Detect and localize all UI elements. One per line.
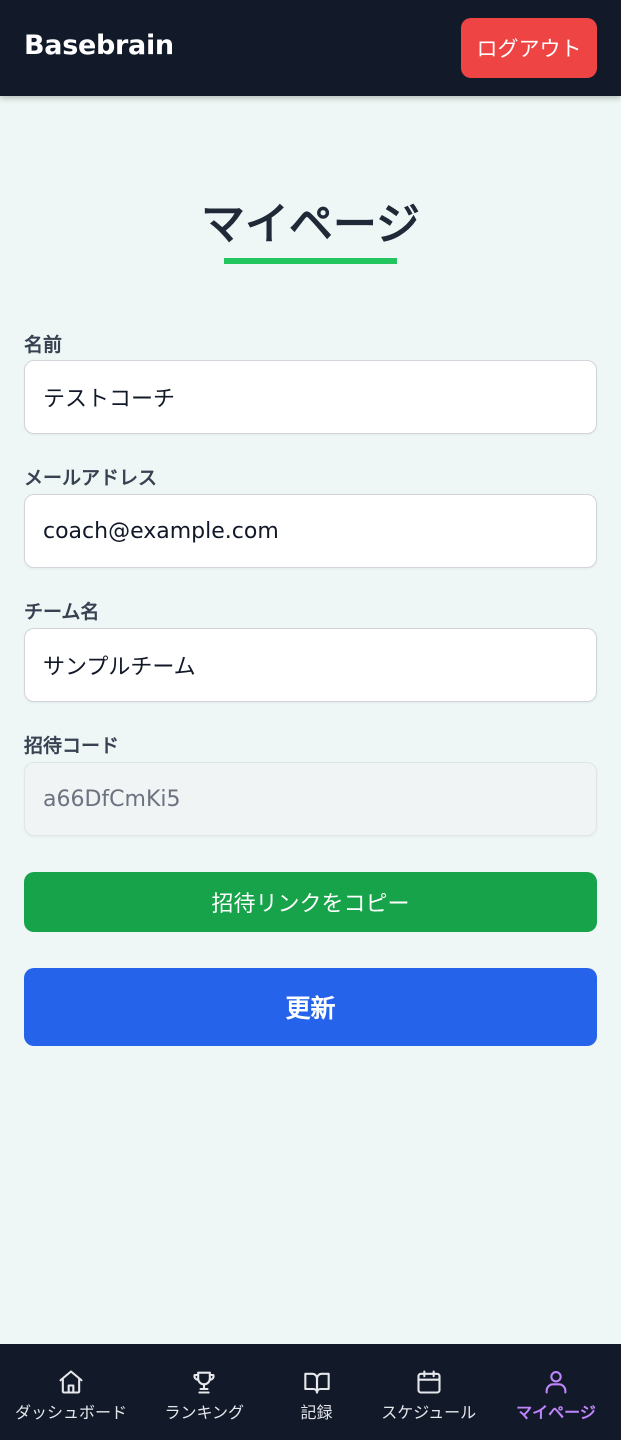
email-input[interactable] [24, 494, 597, 568]
nav-item-ranking[interactable]: ランキング [149, 1344, 259, 1440]
nav-label-mypage: マイページ [516, 1403, 596, 1422]
copy-invite-link-button[interactable]: 招待リンクをコピー [24, 872, 597, 932]
nav-item-records[interactable]: 記録 [277, 1344, 357, 1440]
calendar-icon [415, 1367, 443, 1397]
nav-item-mypage[interactable]: マイページ [501, 1344, 611, 1440]
team-name-label: チーム名 [24, 601, 100, 623]
team-name-input[interactable] [24, 628, 597, 702]
update-button[interactable]: 更新 [24, 968, 597, 1046]
name-label: 名前 [24, 334, 63, 356]
nav-label-ranking: ランキング [164, 1403, 245, 1422]
home-icon [57, 1367, 85, 1397]
nav-item-schedule[interactable]: スケジュール [374, 1344, 484, 1440]
nav-label-schedule: スケジュール [381, 1403, 477, 1422]
book-icon [303, 1367, 331, 1397]
nav-item-dashboard[interactable]: ダッシュボード [10, 1344, 132, 1440]
email-label: メールアドレス [24, 467, 158, 489]
logout-button[interactable]: ログアウト [461, 18, 597, 78]
brand-logo[interactable]: Basebrain [24, 30, 174, 61]
trophy-icon [190, 1367, 218, 1397]
user-icon [542, 1367, 570, 1397]
top-header: Basebrain ログアウト [0, 0, 621, 96]
nav-label-dashboard: ダッシュボード [14, 1403, 127, 1422]
title-underline [224, 258, 397, 264]
page-title: マイページ [200, 199, 421, 250]
invite-code-label: 招待コード [24, 735, 120, 757]
app-root: Basebrain ログアウト マイページ 名前 メールアドレス チーム名 招待… [0, 0, 621, 1440]
name-input[interactable] [24, 360, 597, 434]
bottom-nav: ダッシュボード ランキング 記録 スケジュール マイページ [0, 1344, 621, 1440]
nav-label-records: 記録 [300, 1403, 333, 1422]
invite-code-field[interactable] [24, 762, 597, 836]
